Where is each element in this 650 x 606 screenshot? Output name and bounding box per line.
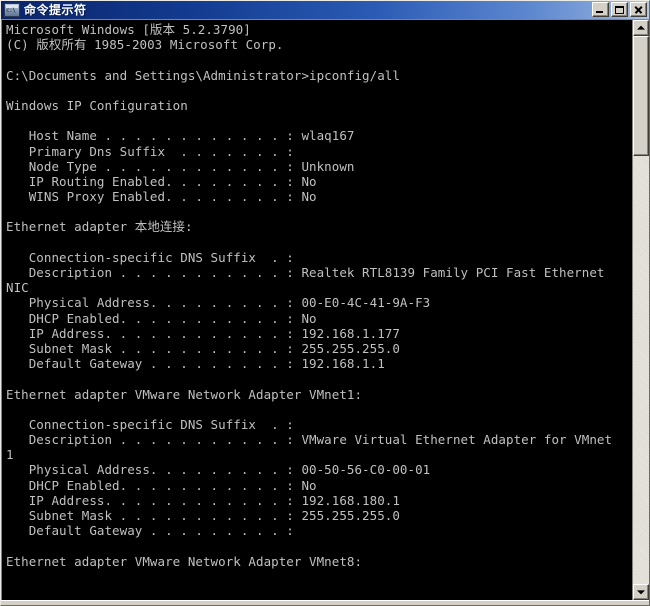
console-line: Ethernet adapter VMware Network Adapter …: [6, 386, 363, 402]
scroll-down-arrow-icon[interactable]: [633, 584, 649, 600]
window-buttons: [592, 2, 647, 17]
console-line: IP Address. . . . . . . . . . . . : 192.…: [6, 325, 400, 341]
console-line: C:\Documents and Settings\Administrator>…: [6, 67, 400, 83]
console-line: WINS Proxy Enabled. . . . . . . . : No: [6, 189, 317, 205]
console-line: Connection-specific DNS Suffix . :: [6, 416, 294, 432]
console-line: Windows IP Configuration: [6, 97, 188, 113]
console-line: Subnet Mask . . . . . . . . . . . : 255.…: [6, 340, 400, 356]
console-line: IP Routing Enabled. . . . . . . . : No: [6, 173, 317, 189]
console-line: Description . . . . . . . . . . . : VMwa…: [6, 432, 613, 448]
console-line: Physical Address. . . . . . . . . : 00-5…: [6, 462, 431, 478]
console-line: Default Gateway . . . . . . . . . :: [6, 523, 294, 539]
console-line: Microsoft Windows [版本 5.2.3790]: [6, 22, 251, 37]
console-icon[interactable]: [4, 3, 20, 17]
console-line: Ethernet adapter 本地连接:: [6, 219, 193, 235]
console-output[interactable]: Microsoft Windows [版本 5.2.3790] (C) 版权所有 …: [2, 20, 632, 600]
console-line: Description . . . . . . . . . . . : Real…: [6, 265, 605, 280]
maximize-button[interactable]: [611, 2, 628, 17]
scrollbar-thumb[interactable]: [633, 36, 649, 156]
vertical-scrollbar[interactable]: [632, 20, 649, 600]
console-line: Ethernet adapter VMware Network Adapter …: [6, 553, 363, 569]
window-title: 命令提示符: [24, 3, 87, 17]
console-line: IP Address. . . . . . . . . . . . : 192.…: [6, 492, 400, 508]
console-line: (C) 版权所有 1985-2003 Microsoft Corp.: [6, 37, 284, 53]
console-line: Physical Address. . . . . . . . . : 00-E…: [6, 295, 431, 311]
console-line: NIC: [6, 280, 29, 296]
close-button[interactable]: [630, 2, 647, 17]
command-prompt-window: 命令提示符 Microsoft Windows [版本 5.2.3790](C)…: [0, 0, 650, 606]
console-line: DHCP Enabled. . . . . . . . . . . : No: [6, 310, 317, 326]
console-line: Connection-specific DNS Suffix . :: [6, 249, 294, 265]
console-line: Host Name . . . . . . . . . . . . : wlaq…: [6, 128, 355, 144]
console-line: Subnet Mask . . . . . . . . . . . : 255.…: [6, 508, 400, 523]
console-line: Node Type . . . . . . . . . . . . : Unkn…: [6, 158, 355, 174]
console-line: Default Gateway . . . . . . . . . : 192.…: [6, 356, 385, 372]
titlebar[interactable]: 命令提示符: [1, 1, 649, 19]
scrollbar-track[interactable]: [633, 36, 649, 584]
console-client-area: Microsoft Windows [版本 5.2.3790] (C) 版权所有 …: [1, 19, 649, 600]
scroll-up-arrow-icon[interactable]: [633, 20, 649, 36]
console-line: 1: [6, 447, 14, 463]
window-bottom-frame: [1, 600, 649, 605]
console-line: DHCP Enabled. . . . . . . . . . . : No: [6, 477, 317, 493]
minimize-button[interactable]: [592, 2, 609, 17]
console-line: Primary Dns Suffix . . . . . . . :: [6, 143, 294, 159]
